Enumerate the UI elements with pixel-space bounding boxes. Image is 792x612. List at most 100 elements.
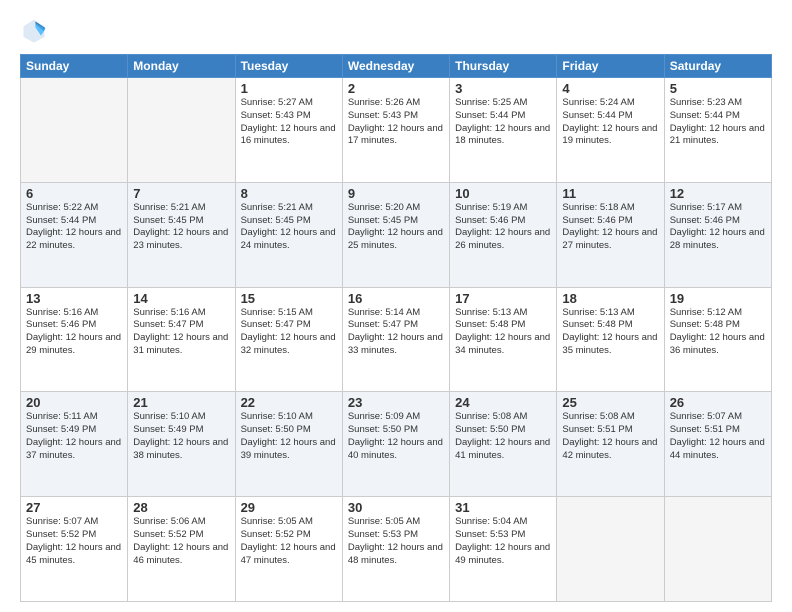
day-info: Sunrise: 5:25 AM Sunset: 5:44 PM Dayligh…	[455, 97, 551, 148]
day-info: Sunrise: 5:17 AM Sunset: 5:46 PM Dayligh…	[670, 202, 766, 253]
calendar-cell: 14Sunrise: 5:16 AM Sunset: 5:47 PM Dayli…	[128, 287, 235, 392]
day-info: Sunrise: 5:24 AM Sunset: 5:44 PM Dayligh…	[562, 97, 658, 148]
day-number: 13	[26, 291, 122, 306]
day-number: 26	[670, 395, 766, 410]
day-info: Sunrise: 5:18 AM Sunset: 5:46 PM Dayligh…	[562, 202, 658, 253]
day-number: 27	[26, 500, 122, 515]
weekday-header-friday: Friday	[557, 55, 664, 78]
calendar-cell: 13Sunrise: 5:16 AM Sunset: 5:46 PM Dayli…	[21, 287, 128, 392]
calendar-cell: 27Sunrise: 5:07 AM Sunset: 5:52 PM Dayli…	[21, 497, 128, 602]
calendar-week-row: 27Sunrise: 5:07 AM Sunset: 5:52 PM Dayli…	[21, 497, 772, 602]
day-info: Sunrise: 5:16 AM Sunset: 5:47 PM Dayligh…	[133, 307, 229, 358]
day-info: Sunrise: 5:20 AM Sunset: 5:45 PM Dayligh…	[348, 202, 444, 253]
day-number: 9	[348, 186, 444, 201]
day-number: 30	[348, 500, 444, 515]
calendar-cell: 11Sunrise: 5:18 AM Sunset: 5:46 PM Dayli…	[557, 182, 664, 287]
day-number: 8	[241, 186, 337, 201]
calendar-cell: 21Sunrise: 5:10 AM Sunset: 5:49 PM Dayli…	[128, 392, 235, 497]
day-info: Sunrise: 5:10 AM Sunset: 5:50 PM Dayligh…	[241, 411, 337, 462]
calendar-cell: 23Sunrise: 5:09 AM Sunset: 5:50 PM Dayli…	[342, 392, 449, 497]
day-number: 14	[133, 291, 229, 306]
day-number: 7	[133, 186, 229, 201]
day-info: Sunrise: 5:14 AM Sunset: 5:47 PM Dayligh…	[348, 307, 444, 358]
day-number: 6	[26, 186, 122, 201]
day-number: 29	[241, 500, 337, 515]
calendar-cell	[664, 497, 771, 602]
day-number: 19	[670, 291, 766, 306]
calendar-cell: 30Sunrise: 5:05 AM Sunset: 5:53 PM Dayli…	[342, 497, 449, 602]
day-number: 20	[26, 395, 122, 410]
calendar-cell: 4Sunrise: 5:24 AM Sunset: 5:44 PM Daylig…	[557, 78, 664, 183]
calendar-cell: 15Sunrise: 5:15 AM Sunset: 5:47 PM Dayli…	[235, 287, 342, 392]
day-info: Sunrise: 5:05 AM Sunset: 5:52 PM Dayligh…	[241, 516, 337, 567]
calendar-week-row: 13Sunrise: 5:16 AM Sunset: 5:46 PM Dayli…	[21, 287, 772, 392]
weekday-header-tuesday: Tuesday	[235, 55, 342, 78]
day-number: 18	[562, 291, 658, 306]
calendar-cell: 17Sunrise: 5:13 AM Sunset: 5:48 PM Dayli…	[450, 287, 557, 392]
day-number: 12	[670, 186, 766, 201]
day-info: Sunrise: 5:12 AM Sunset: 5:48 PM Dayligh…	[670, 307, 766, 358]
day-number: 2	[348, 81, 444, 96]
day-info: Sunrise: 5:07 AM Sunset: 5:51 PM Dayligh…	[670, 411, 766, 462]
day-number: 1	[241, 81, 337, 96]
calendar-cell: 9Sunrise: 5:20 AM Sunset: 5:45 PM Daylig…	[342, 182, 449, 287]
day-info: Sunrise: 5:22 AM Sunset: 5:44 PM Dayligh…	[26, 202, 122, 253]
day-info: Sunrise: 5:07 AM Sunset: 5:52 PM Dayligh…	[26, 516, 122, 567]
calendar-cell	[21, 78, 128, 183]
day-info: Sunrise: 5:21 AM Sunset: 5:45 PM Dayligh…	[133, 202, 229, 253]
day-info: Sunrise: 5:23 AM Sunset: 5:44 PM Dayligh…	[670, 97, 766, 148]
calendar-cell: 2Sunrise: 5:26 AM Sunset: 5:43 PM Daylig…	[342, 78, 449, 183]
calendar-cell: 25Sunrise: 5:08 AM Sunset: 5:51 PM Dayli…	[557, 392, 664, 497]
day-info: Sunrise: 5:04 AM Sunset: 5:53 PM Dayligh…	[455, 516, 551, 567]
day-number: 21	[133, 395, 229, 410]
calendar-cell: 6Sunrise: 5:22 AM Sunset: 5:44 PM Daylig…	[21, 182, 128, 287]
day-number: 3	[455, 81, 551, 96]
day-number: 25	[562, 395, 658, 410]
day-number: 15	[241, 291, 337, 306]
calendar-cell: 5Sunrise: 5:23 AM Sunset: 5:44 PM Daylig…	[664, 78, 771, 183]
day-info: Sunrise: 5:15 AM Sunset: 5:47 PM Dayligh…	[241, 307, 337, 358]
day-number: 28	[133, 500, 229, 515]
day-number: 24	[455, 395, 551, 410]
calendar-cell: 16Sunrise: 5:14 AM Sunset: 5:47 PM Dayli…	[342, 287, 449, 392]
logo	[20, 16, 52, 44]
day-number: 22	[241, 395, 337, 410]
calendar-cell	[557, 497, 664, 602]
day-number: 31	[455, 500, 551, 515]
day-number: 17	[455, 291, 551, 306]
calendar-cell: 3Sunrise: 5:25 AM Sunset: 5:44 PM Daylig…	[450, 78, 557, 183]
calendar-cell: 24Sunrise: 5:08 AM Sunset: 5:50 PM Dayli…	[450, 392, 557, 497]
calendar-cell: 28Sunrise: 5:06 AM Sunset: 5:52 PM Dayli…	[128, 497, 235, 602]
calendar-cell: 1Sunrise: 5:27 AM Sunset: 5:43 PM Daylig…	[235, 78, 342, 183]
weekday-header-saturday: Saturday	[664, 55, 771, 78]
day-info: Sunrise: 5:05 AM Sunset: 5:53 PM Dayligh…	[348, 516, 444, 567]
day-info: Sunrise: 5:10 AM Sunset: 5:49 PM Dayligh…	[133, 411, 229, 462]
calendar-cell: 31Sunrise: 5:04 AM Sunset: 5:53 PM Dayli…	[450, 497, 557, 602]
day-number: 5	[670, 81, 766, 96]
day-info: Sunrise: 5:26 AM Sunset: 5:43 PM Dayligh…	[348, 97, 444, 148]
weekday-header-thursday: Thursday	[450, 55, 557, 78]
calendar-cell: 12Sunrise: 5:17 AM Sunset: 5:46 PM Dayli…	[664, 182, 771, 287]
day-info: Sunrise: 5:16 AM Sunset: 5:46 PM Dayligh…	[26, 307, 122, 358]
calendar-cell: 19Sunrise: 5:12 AM Sunset: 5:48 PM Dayli…	[664, 287, 771, 392]
day-number: 23	[348, 395, 444, 410]
calendar-week-row: 1Sunrise: 5:27 AM Sunset: 5:43 PM Daylig…	[21, 78, 772, 183]
page: SundayMondayTuesdayWednesdayThursdayFrid…	[0, 0, 792, 612]
calendar-cell: 8Sunrise: 5:21 AM Sunset: 5:45 PM Daylig…	[235, 182, 342, 287]
day-number: 11	[562, 186, 658, 201]
calendar-week-row: 20Sunrise: 5:11 AM Sunset: 5:49 PM Dayli…	[21, 392, 772, 497]
calendar-cell: 10Sunrise: 5:19 AM Sunset: 5:46 PM Dayli…	[450, 182, 557, 287]
calendar-cell: 22Sunrise: 5:10 AM Sunset: 5:50 PM Dayli…	[235, 392, 342, 497]
day-info: Sunrise: 5:13 AM Sunset: 5:48 PM Dayligh…	[455, 307, 551, 358]
header	[20, 16, 772, 44]
calendar-week-row: 6Sunrise: 5:22 AM Sunset: 5:44 PM Daylig…	[21, 182, 772, 287]
day-info: Sunrise: 5:27 AM Sunset: 5:43 PM Dayligh…	[241, 97, 337, 148]
calendar-cell: 18Sunrise: 5:13 AM Sunset: 5:48 PM Dayli…	[557, 287, 664, 392]
day-info: Sunrise: 5:19 AM Sunset: 5:46 PM Dayligh…	[455, 202, 551, 253]
day-number: 10	[455, 186, 551, 201]
day-info: Sunrise: 5:21 AM Sunset: 5:45 PM Dayligh…	[241, 202, 337, 253]
calendar-table: SundayMondayTuesdayWednesdayThursdayFrid…	[20, 54, 772, 602]
day-info: Sunrise: 5:11 AM Sunset: 5:49 PM Dayligh…	[26, 411, 122, 462]
weekday-header-monday: Monday	[128, 55, 235, 78]
calendar-cell: 26Sunrise: 5:07 AM Sunset: 5:51 PM Dayli…	[664, 392, 771, 497]
